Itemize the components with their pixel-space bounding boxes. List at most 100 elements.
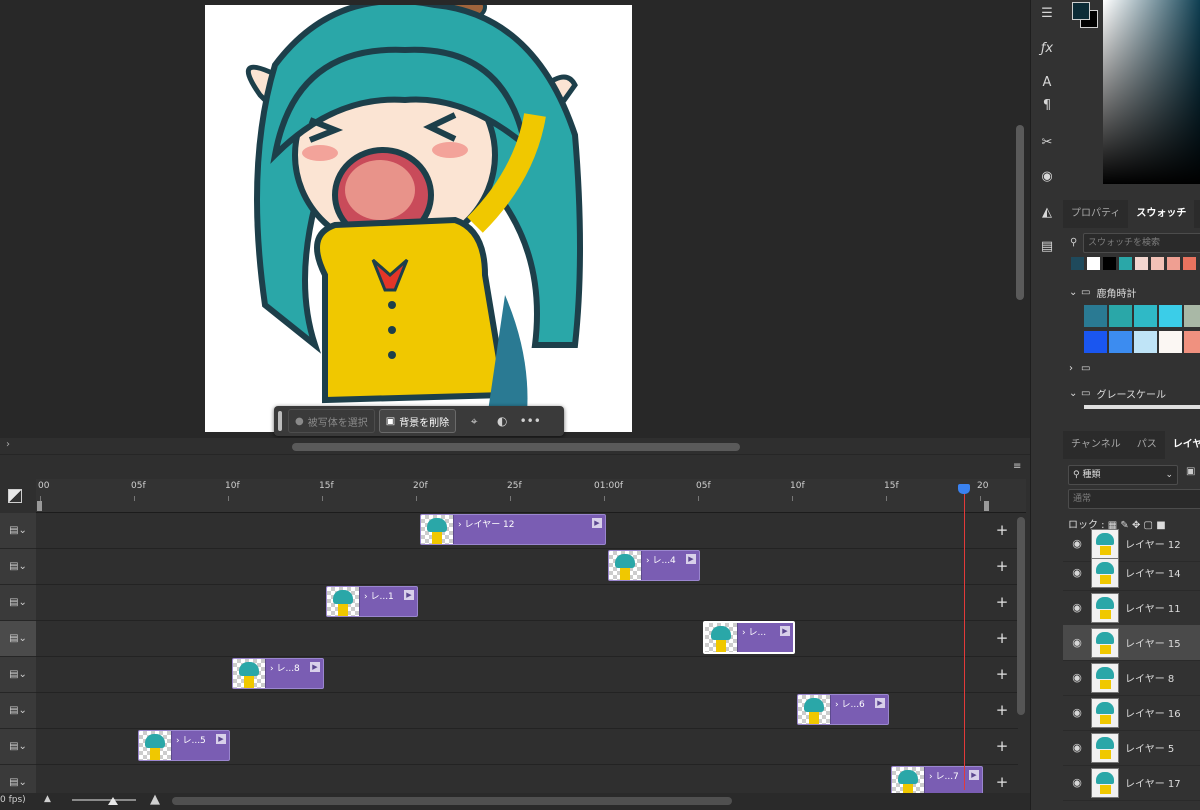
recent-swatch[interactable] [1135, 257, 1148, 270]
track-header[interactable]: ▤⌄ [0, 621, 36, 657]
track-header[interactable]: ▤⌄ [0, 513, 36, 549]
eye-icon[interactable]: ◉ [1063, 671, 1091, 684]
paragraph-icon[interactable]: ¶ [1037, 95, 1057, 115]
timeline-vertical-scrollbar[interactable] [1017, 517, 1025, 715]
clip-menu-icon[interactable]: ▶ [310, 662, 320, 672]
layer-row[interactable]: ◉ レイヤー 16 [1063, 695, 1200, 731]
clip-menu-icon[interactable]: ▶ [969, 770, 979, 780]
timeline-horizontal-scrollbar[interactable] [172, 797, 732, 805]
playhead-line[interactable] [964, 492, 965, 790]
group-swatch[interactable] [1134, 305, 1157, 327]
timeline-track[interactable] [36, 657, 1018, 693]
tab-layers[interactable]: レイヤ [1164, 431, 1200, 459]
swatch-group-row[interactable]: ⌄ ▭ グレースケール [1063, 384, 1200, 402]
eye-icon[interactable]: ◉ [1063, 741, 1091, 754]
add-media-button[interactable]: + [992, 520, 1012, 540]
group-swatch[interactable] [1134, 331, 1157, 353]
color-field[interactable] [1103, 0, 1200, 184]
recent-swatch[interactable] [1119, 257, 1132, 270]
track-header[interactable]: ▤⌄ [0, 549, 36, 585]
add-media-button[interactable]: + [992, 664, 1012, 684]
timeline-clip[interactable]: › レ...6 ▶ [797, 694, 889, 725]
add-media-button[interactable]: + [992, 592, 1012, 612]
add-media-button[interactable]: + [992, 772, 1012, 792]
group-swatch[interactable] [1184, 305, 1200, 327]
timeline-clip[interactable]: › レ...4 ▶ [608, 550, 700, 581]
group-swatch[interactable] [1159, 331, 1182, 353]
add-media-button[interactable]: + [992, 628, 1012, 648]
timeline-clip[interactable]: › レ...8 ▶ [232, 658, 324, 689]
transform-icon[interactable]: ⌖ [460, 410, 488, 432]
timeline-clip-selected[interactable]: › レ... ▶ [703, 621, 795, 654]
layer-row[interactable]: ◉ レイヤー 17 [1063, 765, 1200, 801]
zoom-slider-track[interactable] [72, 799, 136, 801]
more-options-icon[interactable]: ••• [516, 410, 544, 432]
shapes-icon[interactable]: ◭ [1037, 202, 1057, 222]
timeline-track[interactable] [36, 549, 1018, 585]
recent-swatch[interactable] [1087, 257, 1100, 270]
grayscale-swatch-strip[interactable] [1084, 405, 1200, 409]
select-subject-button[interactable]: ● 被写体を選択 [288, 409, 375, 433]
track-header[interactable]: ▤⌄ [0, 693, 36, 729]
eye-icon[interactable]: ◉ [1063, 636, 1091, 649]
group-swatch[interactable] [1084, 331, 1107, 353]
color-wheel-icon[interactable]: ◉ [1037, 166, 1057, 186]
adjustments-icon[interactable]: ☰ [1037, 3, 1057, 23]
clip-menu-icon[interactable]: ▶ [592, 518, 602, 528]
render-mode-icon[interactable] [8, 489, 22, 503]
work-area-start-handle[interactable] [37, 501, 42, 511]
adjustment-icon[interactable]: ◐ [488, 410, 516, 432]
group-swatch[interactable] [1109, 305, 1132, 327]
foreground-color-swatch[interactable] [1072, 2, 1090, 20]
work-area-end-handle[interactable] [984, 501, 989, 511]
libraries-icon[interactable]: ▤ [1037, 236, 1057, 256]
recent-swatch[interactable] [1183, 257, 1196, 270]
eye-icon[interactable]: ◉ [1063, 706, 1091, 719]
playhead-handle[interactable] [958, 484, 970, 494]
time-ruler[interactable] [36, 479, 1026, 513]
swatch-search-input[interactable]: スウォッチを検索 [1083, 233, 1200, 253]
add-media-button[interactable]: + [992, 556, 1012, 576]
track-header[interactable]: ▤⌄ [0, 585, 36, 621]
tools-icon[interactable]: ✂ [1037, 132, 1057, 152]
eye-icon[interactable]: ◉ [1063, 537, 1091, 550]
layer-row-selected[interactable]: ◉ レイヤー 15 [1063, 625, 1200, 661]
group-swatch[interactable] [1184, 331, 1200, 353]
document-canvas[interactable] [205, 5, 632, 432]
group-swatch[interactable] [1084, 305, 1107, 327]
clip-menu-icon[interactable]: ▶ [875, 698, 885, 708]
tab-channels[interactable]: チャンネル [1063, 431, 1129, 459]
eye-icon[interactable]: ◉ [1063, 601, 1091, 614]
swatch-group-row[interactable]: ⌄ ▭ 鹿角時計 [1063, 283, 1200, 301]
drag-handle[interactable] [278, 411, 282, 431]
layer-row[interactable]: ◉ レイヤー 5 [1063, 730, 1200, 766]
remove-background-button[interactable]: ▣ 背景を削除 [378, 409, 457, 433]
zoom-out-icon[interactable]: ▲ [44, 794, 51, 804]
recent-swatch[interactable] [1103, 257, 1116, 270]
track-header[interactable]: ▤⌄ [0, 729, 36, 765]
zoom-in-icon[interactable]: ▲ [150, 792, 160, 807]
add-media-button[interactable]: + [992, 736, 1012, 756]
swatch-group-row-collapsed[interactable]: › ▭ [1063, 359, 1200, 377]
tab-paths[interactable]: パス [1129, 431, 1165, 459]
recent-swatch[interactable] [1151, 257, 1164, 270]
panel-menu-icon[interactable]: ≡ [1013, 461, 1021, 472]
layer-row[interactable]: ◉ レイヤー 8 [1063, 660, 1200, 696]
group-swatch[interactable] [1109, 331, 1132, 353]
track-header[interactable]: ▤⌄ [0, 657, 36, 693]
canvas-horizontal-scrollbar[interactable] [292, 443, 740, 451]
zoom-slider-handle[interactable] [108, 797, 118, 805]
timeline-clip[interactable]: › レ...5 ▶ [138, 730, 230, 761]
timeline-clip[interactable]: › レイヤー 12 ▶ [420, 514, 606, 545]
timeline-track[interactable] [36, 585, 1018, 621]
canvas-vertical-scrollbar[interactable] [1016, 125, 1024, 300]
eye-icon[interactable]: ◉ [1063, 566, 1091, 579]
character-icon[interactable]: A [1037, 72, 1057, 92]
recent-swatch[interactable] [1071, 257, 1084, 270]
blend-mode-select[interactable]: 通常 [1068, 489, 1200, 509]
timeline-clip[interactable]: › レ...1 ▶ [326, 586, 418, 617]
group-swatch[interactable] [1159, 305, 1182, 327]
clip-menu-icon[interactable]: ▶ [780, 626, 790, 636]
image-filter-icon[interactable]: ▣ [1186, 466, 1195, 477]
clip-menu-icon[interactable]: ▶ [216, 734, 226, 744]
